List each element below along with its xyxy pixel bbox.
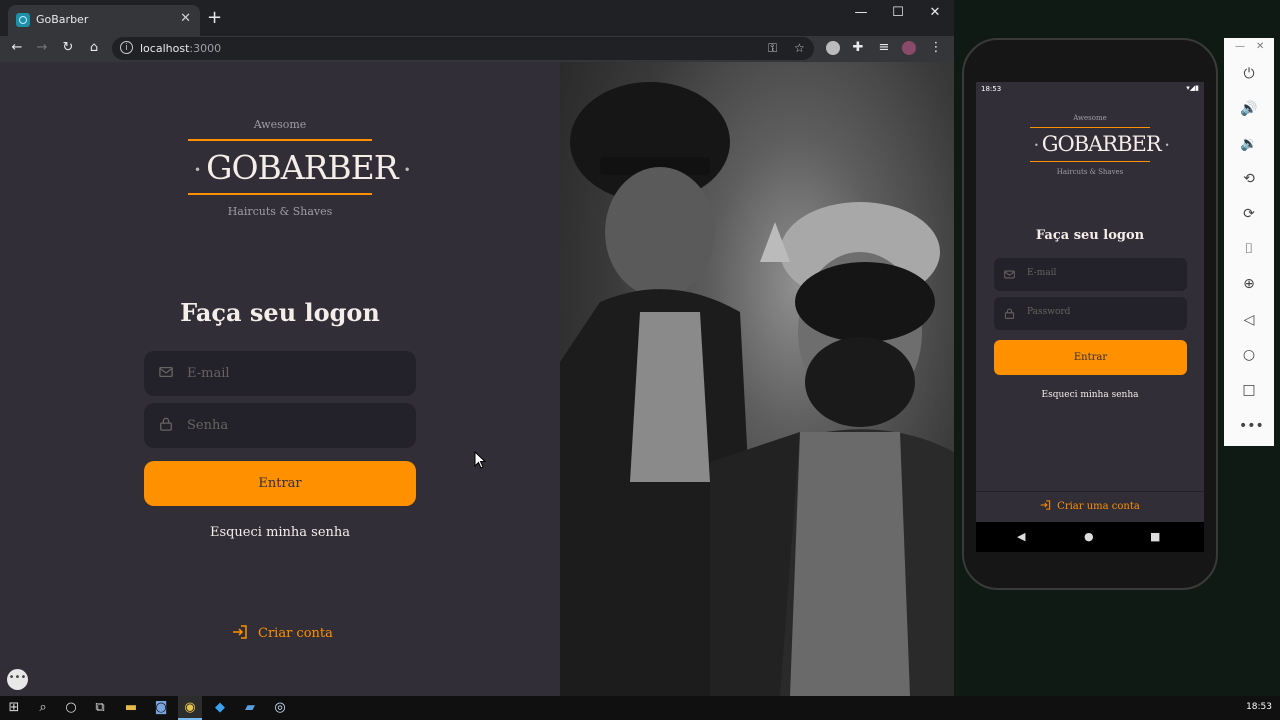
key-icon[interactable]: ⚿ [768,41,777,56]
react-favicon-icon [16,13,30,27]
emulator-minimize-icon[interactable]: — [1235,41,1245,52]
home-icon[interactable]: ⌂ [86,40,102,55]
logo-divider [188,139,372,141]
phone-logo-sub-text: Haircuts & Shaves [1056,168,1124,176]
search-icon[interactable]: ⌕ [35,700,51,716]
forgot-password-link[interactable]: Esqueci minha senha [144,525,416,540]
extension-icon[interactable] [826,41,840,55]
lock-icon [1004,308,1015,319]
logo-sub-text: Haircuts & Shaves [227,205,333,218]
android-nav-bar: ◀ ● ■ [976,522,1204,552]
logo-top-text: Awesome [253,118,307,131]
email-input[interactable] [187,363,402,383]
phone-logo-divider [1030,161,1150,162]
signal-battery-icon: ▾◢▮ [1186,84,1199,92]
phone-password-field[interactable]: Password [994,297,1187,330]
phone-logo-top-text: Awesome [1073,114,1107,122]
tab-gobarber[interactable]: GoBarber ✕ [8,5,200,36]
minimize-icon[interactable]: — [854,5,868,20]
reload-icon[interactable]: ↻ [60,40,76,55]
email-field[interactable] [144,351,416,396]
barber-photo-illustration [560,82,954,696]
back-icon[interactable]: ← [9,40,25,55]
back-triangle-icon[interactable]: ◁ [1239,310,1259,330]
phone-create-account-link[interactable]: Criar uma conta [976,491,1204,522]
windows-taskbar: ⊞ ⌕ ○ ⧉ ▬ ◙ ◉ ◆ ▰ ◎ 18:53 [0,696,1280,720]
phone-submit-button[interactable]: Entrar [994,340,1187,375]
discord-icon[interactable]: ◙ [153,700,169,716]
close-window-icon[interactable]: ✕ [928,5,942,20]
logo-divider [188,193,372,195]
overview-square-icon[interactable]: □ [1239,380,1259,400]
chat-bubble-icon[interactable]: ••• [7,669,28,690]
power-icon[interactable]: ⏻ [1239,64,1259,84]
tab-title: GoBarber [36,13,89,26]
bookmark-star-icon[interactable]: ☆ [794,41,805,55]
mail-icon [1004,270,1015,279]
rotate-left-icon[interactable]: ⟲ [1239,169,1259,189]
password-field[interactable] [144,403,416,448]
volume-down-icon[interactable]: 🔉 [1239,134,1259,154]
tab-strip: GoBarber ✕ + — ☐ ✕ [0,0,954,36]
status-bar: 18:53 ▾◢▮ [976,82,1204,98]
windows-start-icon[interactable]: ⊞ [6,700,22,716]
vscode-icon[interactable]: ◆ [212,700,228,716]
phone-screen: 18:53 ▾◢▮ Awesome • GOBARBER • Haircuts & … [976,82,1204,522]
clock: 18:53 [1246,702,1272,712]
phone-logo: Awesome • GOBARBER • Haircuts & Shaves [1030,114,1169,176]
powershell-icon[interactable]: ▰ [242,700,258,716]
lock-icon [160,417,172,431]
maximize-icon[interactable]: ☐ [891,5,905,20]
phone-email-field[interactable]: E-mail [994,258,1187,291]
forward-icon[interactable]: → [34,40,50,55]
log-in-icon [1040,500,1051,510]
browser-toolbar: ← → ↻ ⌂ i localhost:3000 ⚿ ☆ ✚ ≡ ⋮ [0,36,954,62]
volume-up-icon[interactable]: 🔊 [1239,99,1259,119]
android-emulator: 18:53 ▾◢▮ Awesome • GOBARBER • Haircuts & … [962,38,1218,590]
logo: Awesome • GOBARBER • Haircuts & Shaves [188,118,411,218]
rotate-right-icon[interactable]: ⟳ [1239,204,1259,224]
submit-button[interactable]: Entrar [144,461,416,506]
phone-logo-divider [1030,127,1150,128]
barber-hero-image [560,62,954,696]
logo-wordmark: • GOBARBER • [194,148,411,187]
menu-kebab-icon[interactable]: ⋮ [928,40,944,55]
home-circle-icon[interactable]: ○ [1239,345,1259,365]
browser-window: GoBarber ✕ + — ☐ ✕ ← → ↻ ⌂ i localhost:3… [0,0,954,696]
address-bar[interactable]: i localhost:3000 ⚿ ☆ [112,37,814,60]
mouse-cursor-icon [474,451,486,469]
password-input[interactable] [187,415,402,435]
phone-email-placeholder: E-mail [1027,268,1057,278]
nav-recents-icon[interactable]: ■ [1150,530,1160,543]
mail-icon [159,366,173,378]
app-icon[interactable]: ◎ [272,700,288,716]
cortana-icon[interactable]: ○ [63,700,79,716]
file-explorer-icon[interactable]: ▬ [123,700,139,716]
new-tab-icon[interactable]: + [207,9,222,27]
emulator-controls: — ✕ ⏻ 🔊 🔉 ⟲ ⟳ ⌷ ⊕ ◁ ○ □ ••• [1224,38,1274,446]
phone-title: Faça seu logon [1035,228,1145,243]
media-control-icon[interactable]: ≡ [876,40,892,55]
phone-forgot-password-link[interactable]: Esqueci minha senha [976,390,1204,400]
page-title: Faça seu logon [180,298,380,327]
site-info-icon[interactable]: i [120,41,133,54]
more-options-icon[interactable]: ••• [1239,416,1264,436]
chrome-icon[interactable]: ◉ [182,700,198,716]
url-text: localhost:3000 [140,42,222,55]
emulator-close-icon[interactable]: ✕ [1256,41,1264,52]
phone-logo-wordmark: • GOBARBER • [1034,132,1169,156]
status-time: 18:53 [981,85,1002,93]
screenshot-camera-icon[interactable]: ⌷ [1239,239,1259,259]
log-in-icon [233,625,247,639]
nav-back-icon[interactable]: ◀ [1017,530,1025,543]
create-account-link[interactable]: Criar conta [232,625,333,641]
profile-avatar[interactable] [902,41,916,55]
zoom-icon[interactable]: ⊕ [1239,274,1259,294]
nav-home-icon[interactable]: ● [1084,530,1094,543]
close-tab-icon[interactable]: ✕ [180,11,191,26]
extensions-puzzle-icon[interactable]: ✚ [850,40,866,55]
phone-password-placeholder: Password [1027,307,1071,317]
web-page: Awesome • GOBARBER • Haircuts & Shaves Faç… [0,62,954,696]
task-view-icon[interactable]: ⧉ [92,700,108,716]
